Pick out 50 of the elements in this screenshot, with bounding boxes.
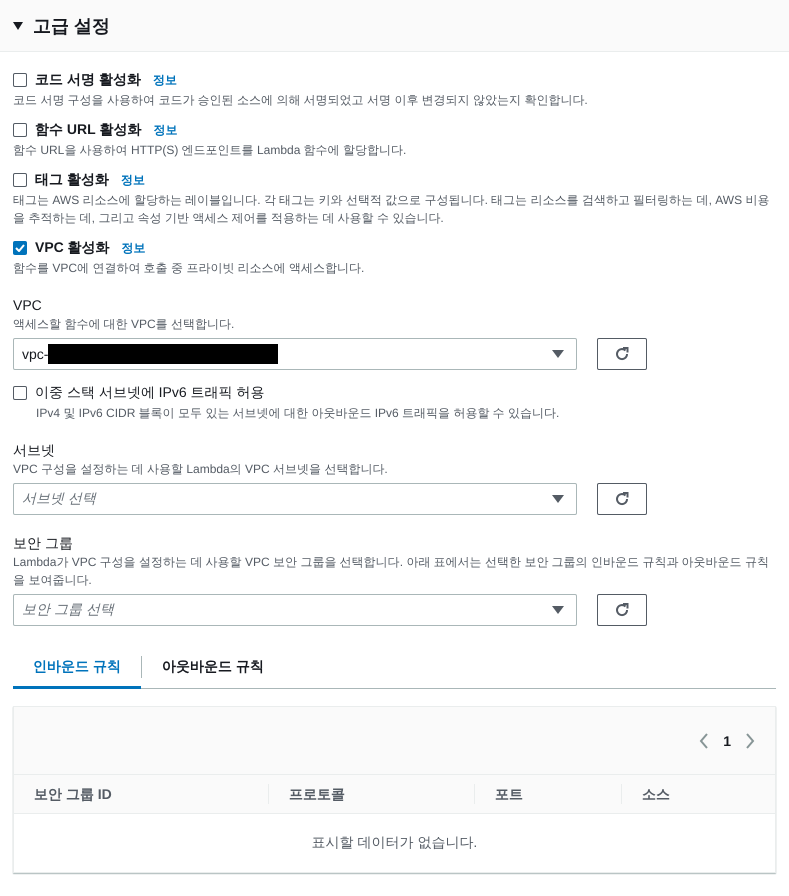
chevron-left-icon[interactable] [699, 732, 710, 748]
vpc-select[interactable]: vpc- [13, 338, 577, 370]
select-value: vpc- [22, 346, 48, 362]
checkbox[interactable] [13, 386, 27, 400]
option-description: IPv4 및 IPv6 CIDR 블록이 모두 있는 서브넷에 대한 아웃바운드 IPv6 트래픽을 허용할 수 있습니다. [35, 405, 560, 422]
info-link[interactable]: 정보 [120, 172, 145, 188]
field-description: 액세스할 함수에 대한 VPC를 선택합니다. [13, 316, 236, 333]
field-label: 보안 그룹 [13, 534, 74, 553]
refresh-icon [614, 602, 630, 618]
option-description: 태그는 AWS 리소스에 할당하는 레이블입니다. 각 태그는 키와 선택적 값으로 구성됩니다. 태그는 리소스를 검색하고 필터링하는 데, AWS 비용을 추적하는 데, 그리고 속성 기반 액세스 제어를 적용하는 데 사용할 수 있습니다. [13, 192, 770, 227]
info-link[interactable]: 정보 [153, 122, 178, 138]
refresh-icon [614, 346, 630, 362]
column-header: 포트 [474, 784, 621, 804]
checkbox-label: VPC 활성화 [35, 239, 110, 257]
field-label: 서브넷 [13, 441, 56, 460]
select-field[interactable]: 서브넷 선택 [13, 483, 577, 515]
option-description: 코드 서명 구성을 사용하여 코드가 승인된 소스에 의해 서명되었고 서명 이후 변경되지 않았는지 확인합니다. [13, 92, 589, 109]
checkbox[interactable] [13, 173, 27, 187]
info-link[interactable]: 정보 [122, 240, 146, 256]
page-number[interactable]: 1 [723, 732, 731, 748]
option-description: 함수를 VPC에 연결하여 호출 중 프라이빗 리소스에 액세스합니다. [13, 260, 366, 277]
checkbox-label: 태그 활성화 [35, 171, 109, 189]
column-header: 프로토콜 [268, 784, 474, 804]
checkbox[interactable] [13, 123, 27, 137]
refresh-icon [614, 491, 630, 507]
caret-icon [552, 495, 564, 503]
column-header: 소스 [621, 784, 775, 804]
field-label: VPC [13, 296, 43, 315]
info-link[interactable]: 정보 [152, 72, 177, 88]
refresh-button[interactable] [597, 483, 647, 515]
checkbox-label: 이중 스택 서브넷에 IPv6 트래픽 허용 [35, 384, 264, 402]
empty-message: 표시할 데이터가 없습니다. [310, 833, 478, 852]
checkbox[interactable] [13, 241, 27, 255]
checkbox-label: 함수 URL 활성화 [35, 121, 142, 139]
select-field[interactable]: 보안 그룹 선택 [13, 594, 577, 626]
field-description: Lambda가 VPC 구성을 설정하는 데 사용할 VPC 보안 그룹을 선택합니다. 아래 표에서는 선택한 보안 그룹의 인바운드 규칙과 아웃바운드 규칙을 보여줍니다. [13, 554, 770, 589]
section-title: 고급 설정 [33, 14, 110, 38]
column-header: 보안 그룹 ID [33, 785, 113, 804]
chevron-right-icon[interactable] [745, 732, 755, 748]
option-description: 함수 URL을 사용하여 HTTP(S) 엔드포인트를 Lambda 함수에 할당합니다. [13, 142, 408, 159]
checkbox-label: 코드 서명 활성화 [35, 71, 141, 89]
caret-icon [552, 606, 564, 614]
caret-icon[interactable] [13, 22, 23, 30]
field-description: VPC 구성을 설정하는 데 사용할 Lambda의 VPC 서브넷을 선택합니다. [13, 461, 389, 478]
refresh-button[interactable] [597, 594, 647, 626]
caret-icon [552, 350, 564, 358]
tab[interactable]: 인바운드 규칙 [13, 650, 141, 689]
refresh-button[interactable] [597, 338, 647, 370]
tab[interactable]: 아웃바운드 규칙 [142, 650, 284, 689]
checkbox[interactable] [13, 73, 27, 87]
